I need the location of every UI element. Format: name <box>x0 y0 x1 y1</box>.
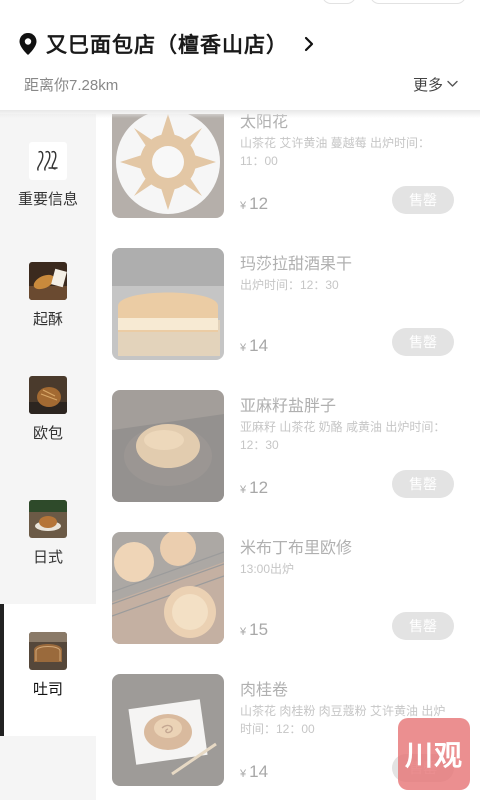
sidebar-item-japanese[interactable]: 日式 <box>0 500 96 567</box>
product-name: 亚麻籽盐胖子 <box>240 398 337 415</box>
sidebar-item-label: 重要信息 <box>17 191 78 208</box>
product-name: 肉桂卷 <box>240 682 289 699</box>
sidebar-item-label: 欧包 <box>32 425 63 442</box>
product-price: ¥14 <box>240 762 268 782</box>
product-card[interactable]: 玛莎拉甜酒果干 出炉时间：12：30 ¥14 售罄 <box>112 248 454 360</box>
price-value: 14 <box>249 762 269 781</box>
product-card[interactable]: 米布丁布里欧修 13:00出炉 ¥15 售罄 <box>112 532 454 644</box>
toolbar-pill-remnant[interactable] <box>370 0 466 4</box>
store-header[interactable]: 又巳面包店（檀香山店） <box>0 22 480 66</box>
product-list[interactable]: 太阳花 山茶花 艾许黄油 蔓越莓 出炉时间：11：00 ¥12 售罄 玛莎拉甜酒… <box>96 114 480 800</box>
price-value: 15 <box>249 620 269 639</box>
european-bread-icon <box>29 376 67 414</box>
sold-out-button[interactable]: 售罄 <box>392 470 454 498</box>
toolbar-button-remnant[interactable] <box>322 0 356 4</box>
product-photo-flaxseed <box>112 390 224 502</box>
product-price: ¥12 <box>240 478 268 498</box>
sidebar-item-pastry[interactable]: 起酥 <box>0 262 96 329</box>
product-price: ¥14 <box>240 336 268 356</box>
pastry-icon <box>29 262 67 300</box>
product-card[interactable]: 太阳花 山茶花 艾许黄油 蔓越莓 出炉时间：11：00 ¥12 售罄 <box>112 114 454 218</box>
category-sidebar: 重要信息 起酥 欧包 日式 吐司 <box>0 114 96 800</box>
distance-row: 距离你7.28km 更多 <box>0 68 480 100</box>
price-value: 14 <box>249 336 269 355</box>
sidebar-item-label: 吐司 <box>32 681 63 698</box>
product-price: ¥15 <box>240 620 268 640</box>
sold-out-button[interactable]: 售罄 <box>392 186 454 214</box>
sidebar-item-important-info[interactable]: 重要信息 <box>0 142 96 209</box>
product-price: ¥12 <box>240 194 268 214</box>
more-label: 更多 <box>412 76 443 94</box>
product-description: 亚麻籽 山茶花 奶酪 咸黄油 出炉时间：12：30 <box>240 420 446 452</box>
product-description: 13:00出炉 <box>240 562 295 576</box>
active-category-indicator <box>0 604 4 736</box>
header-divider <box>0 110 480 118</box>
sidebar-item-european-bread[interactable]: 欧包 <box>0 376 96 443</box>
top-toolbar-remnant <box>0 0 480 6</box>
chevron-down-icon <box>447 80 458 87</box>
toast-icon <box>29 632 67 670</box>
store-distance: 距离你7.28km <box>24 76 119 94</box>
price-value: 12 <box>249 478 269 497</box>
currency-symbol: ¥ <box>240 484 247 496</box>
product-description: 出炉时间：12：30 <box>240 278 339 292</box>
location-pin-icon <box>19 33 37 55</box>
sidebar-item-toast[interactable]: 吐司 <box>0 604 96 736</box>
japanese-bread-icon <box>29 500 67 538</box>
sidebar-item-label: 起酥 <box>32 311 63 328</box>
product-photo-cinnamon-roll <box>112 674 224 786</box>
currency-symbol: ¥ <box>240 342 247 354</box>
product-description: 山茶花 艾许黄油 蔓越莓 出炉时间：11：00 <box>240 136 431 168</box>
sold-out-button[interactable]: 售罄 <box>392 328 454 356</box>
more-button[interactable]: 更多 <box>413 74 458 95</box>
product-name: 米布丁布里欧修 <box>240 540 353 557</box>
chevron-right-icon[interactable] <box>302 36 316 52</box>
watermark-logo: 川观 <box>398 718 470 790</box>
sold-out-button[interactable]: 售罄 <box>392 612 454 640</box>
product-photo-rice-pudding <box>112 532 224 644</box>
currency-symbol: ¥ <box>240 626 247 638</box>
product-card[interactable]: 亚麻籽盐胖子 亚麻籽 山茶花 奶酪 咸黄油 出炉时间：12：30 ¥12 售罄 <box>112 390 454 502</box>
product-name: 玛莎拉甜酒果干 <box>240 256 353 273</box>
sidebar-item-label: 日式 <box>32 549 63 566</box>
price-value: 12 <box>249 194 269 213</box>
jl-logo-icon <box>29 142 67 180</box>
currency-symbol: ¥ <box>240 200 247 212</box>
currency-symbol: ¥ <box>240 768 247 780</box>
store-name[interactable]: 又巳面包店（檀香山店） <box>46 29 288 59</box>
product-photo-sunflower <box>112 114 224 218</box>
product-photo-marsala <box>112 248 224 360</box>
